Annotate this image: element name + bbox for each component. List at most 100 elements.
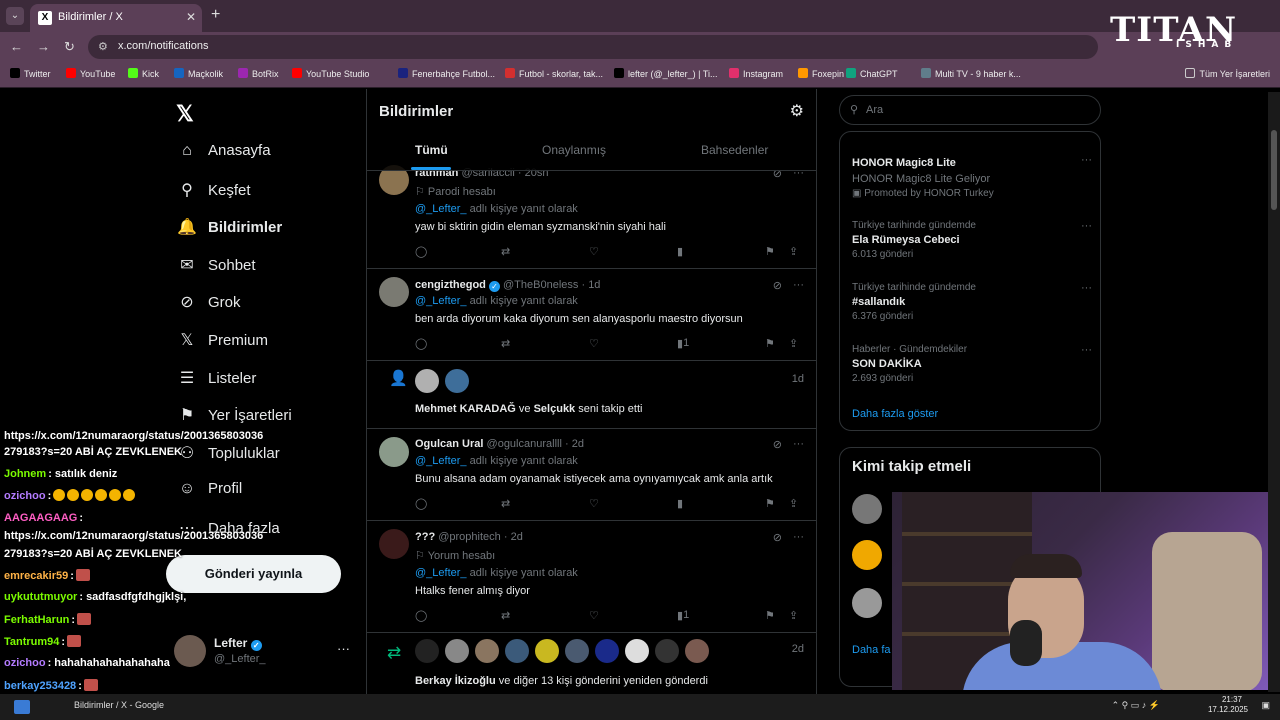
avatar[interactable] xyxy=(595,639,619,663)
repost-icon[interactable]: ⇄ xyxy=(501,337,510,350)
repost-icon[interactable]: ⇄ xyxy=(501,497,510,510)
avatar[interactable] xyxy=(445,369,469,393)
more-icon[interactable]: ··· xyxy=(1081,220,1092,232)
trend-item[interactable]: Türkiye tarihinde gündemde Ela Rümeysa C… xyxy=(852,220,1092,260)
author-name[interactable]: Ogulcan Ural xyxy=(415,438,483,450)
avatar[interactable] xyxy=(852,540,882,570)
nav-item-mail[interactable]: ✉ Sohbet xyxy=(176,255,255,281)
bookmark-item[interactable]: Kick xyxy=(128,68,159,79)
more-icon[interactable]: ··· xyxy=(793,438,804,450)
show-more-link[interactable]: Daha fazla göster xyxy=(852,408,938,420)
share-icon[interactable]: ⇪ xyxy=(789,245,798,258)
settings-gear-icon[interactable]: ⚙ xyxy=(790,101,804,121)
repost-icon[interactable]: ⇄ xyxy=(501,245,510,258)
avatar[interactable] xyxy=(445,639,469,663)
forward-icon[interactable]: → xyxy=(37,39,50,54)
bookmark-item[interactable]: YouTube xyxy=(66,68,115,79)
reply-icon[interactable]: ◯ xyxy=(415,609,427,622)
author-name[interactable]: cengizthegod xyxy=(415,279,486,291)
share-icon[interactable]: ⇪ xyxy=(789,497,798,510)
share-icon[interactable]: ⇪ xyxy=(789,609,798,622)
notification-center-icon[interactable]: ▣ xyxy=(1261,700,1270,711)
start-icon[interactable] xyxy=(14,700,30,714)
share-icon[interactable]: ⇪ xyxy=(789,337,798,350)
back-icon[interactable]: ← xyxy=(10,39,23,54)
nav-item-search[interactable]: ⚲ Keşfet xyxy=(176,180,250,206)
more-icon[interactable]: ··· xyxy=(337,641,350,656)
mention-link[interactable]: @_Lefter_ xyxy=(415,455,467,467)
reload-icon[interactable]: ↻ xyxy=(64,39,75,55)
avatar[interactable] xyxy=(852,494,882,524)
bookmark-item[interactable]: lefter (@_lefter_) | Ti... xyxy=(614,68,718,79)
url-input[interactable]: ⚙ x.com/notifications xyxy=(88,35,1098,59)
bookmark-item[interactable]: Foxepin xyxy=(798,68,844,79)
bookmark-icon[interactable]: ⚑ xyxy=(765,497,775,510)
more-icon[interactable]: ··· xyxy=(793,279,804,291)
taskbar-app[interactable]: Bildirimler / X - Google xyxy=(74,700,164,710)
bookmark-item[interactable]: BotRix xyxy=(238,68,279,79)
tray-icons[interactable]: ⌃ ⚲ ▭ ♪ ⚡ xyxy=(1112,700,1160,711)
nav-item-bell[interactable]: 🔔 Bildirimler xyxy=(176,217,282,243)
trend-item[interactable]: HONOR Magic8 Lite HONOR Magic8 Lite Geli… xyxy=(852,154,1092,199)
bookmark-item[interactable]: Futbol - skorlar, tak... xyxy=(505,68,603,79)
bookmark-icon[interactable]: ⚑ xyxy=(765,337,775,350)
trend-item[interactable]: Türkiye tarihinde gündemde #sallandık 6.… xyxy=(852,282,1092,322)
all-bookmarks-button[interactable]: Tüm Yer İşaretleri xyxy=(1185,68,1270,79)
grok-icon[interactable]: ⊘ xyxy=(773,438,782,451)
notification-item[interactable]: cengizthegod ✓ @TheB0neless · 1d ⊘ ··· @… xyxy=(367,269,816,361)
x-logo-icon[interactable]: 𝕏 xyxy=(176,101,194,127)
avatar[interactable] xyxy=(505,639,529,663)
nav-item-x[interactable]: 𝕏 Premium xyxy=(176,330,268,356)
repost-icon[interactable]: ⇄ xyxy=(501,609,510,622)
tab-verified[interactable]: Onaylanmış xyxy=(542,143,606,157)
bookmark-item[interactable]: Twitter xyxy=(10,68,51,79)
scrollbar-thumb[interactable] xyxy=(1271,130,1277,210)
views-icon[interactable]: ▮ xyxy=(677,245,683,258)
mention-link[interactable]: @_Lefter_ xyxy=(415,203,467,215)
nav-item-list[interactable]: ☰ Listeler xyxy=(176,368,257,394)
more-icon[interactable]: ··· xyxy=(1081,344,1092,356)
search-input[interactable]: ⚲ Ara xyxy=(839,95,1101,125)
notification-item[interactable]: rathman @sarilaccii · 20sn ⊘ ··· ⚐ Parod… xyxy=(367,165,816,269)
more-icon[interactable]: ··· xyxy=(793,531,804,543)
like-icon[interactable]: ♡ xyxy=(589,497,599,510)
reply-icon[interactable]: ◯ xyxy=(415,245,427,258)
more-icon[interactable]: ··· xyxy=(1081,154,1092,166)
like-icon[interactable]: ♡ xyxy=(589,337,599,350)
avatar[interactable] xyxy=(415,369,439,393)
bookmark-item[interactable]: Multi TV - 9 haber k... xyxy=(921,68,1021,79)
follower-name[interactable]: Selçukk xyxy=(534,403,576,415)
avatar[interactable] xyxy=(475,639,499,663)
avatar[interactable] xyxy=(655,639,679,663)
views-icon[interactable]: ▮ 1 xyxy=(677,609,689,622)
avatar[interactable] xyxy=(565,639,589,663)
tab-search-button[interactable]: ⌄ xyxy=(6,7,24,25)
show-more-link[interactable]: Daha fa xyxy=(852,644,891,656)
mention-link[interactable]: @_Lefter_ xyxy=(415,295,467,307)
nav-item-bookmark[interactable]: ⚑ Yer İşaretleri xyxy=(176,405,292,431)
bookmark-item[interactable]: Fenerbahçe Futbol... xyxy=(398,68,495,79)
nav-item-home[interactable]: ⌂ Anasayfa xyxy=(176,142,270,168)
bookmark-icon[interactable]: ⚑ xyxy=(765,609,775,622)
grok-icon[interactable]: ⊘ xyxy=(773,531,782,544)
avatar[interactable] xyxy=(535,639,559,663)
bookmark-item[interactable]: Maçkolik xyxy=(174,68,223,79)
tab-close-icon[interactable]: ✕ xyxy=(186,10,196,24)
browser-tab[interactable]: X Bildirimler / X ✕ xyxy=(30,4,202,32)
reposter-name[interactable]: Berkay İkizoğlu xyxy=(415,675,496,687)
avatar[interactable] xyxy=(685,639,709,663)
like-icon[interactable]: ♡ xyxy=(589,609,599,622)
reply-icon[interactable]: ◯ xyxy=(415,337,427,350)
bookmark-item[interactable]: Instagram xyxy=(729,68,783,79)
notification-item[interactable]: ??? @prophitech · 2d ⊘ ··· ⚐ Yorum hesab… xyxy=(367,521,816,633)
more-icon[interactable]: ··· xyxy=(1081,282,1092,294)
follower-name[interactable]: Mehmet KARADAĞ xyxy=(415,403,516,415)
nav-item-grok[interactable]: ⊘ Grok xyxy=(176,292,240,318)
page-scrollbar[interactable] xyxy=(1268,92,1280,692)
bookmark-item[interactable]: ChatGPT xyxy=(846,68,898,79)
views-icon[interactable]: ▮ xyxy=(677,497,683,510)
tab-all[interactable]: Tümü xyxy=(415,143,448,157)
notification-item[interactable]: 👤 1d Mehmet KARADAĞ ve Selçukk seni taki… xyxy=(367,361,816,429)
avatar[interactable] xyxy=(625,639,649,663)
trend-item[interactable]: Haberler · Gündemdekiler SON DAKİKA 2.69… xyxy=(852,344,1092,384)
